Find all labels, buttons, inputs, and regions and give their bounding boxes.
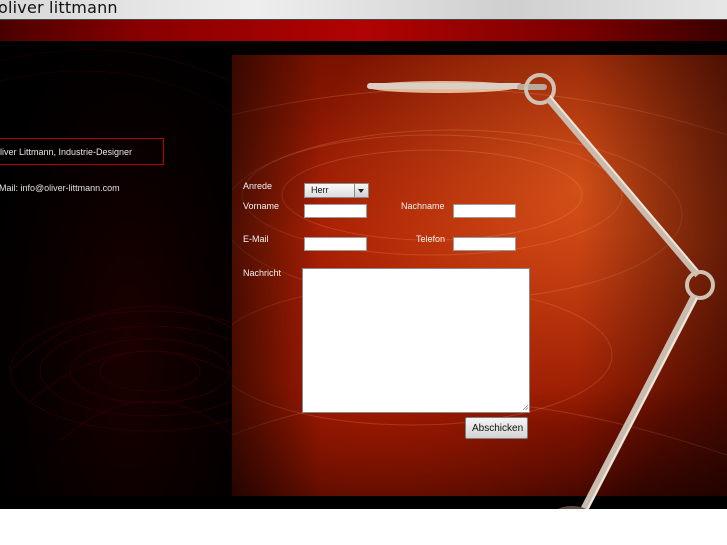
email-label: E-Mail bbox=[243, 234, 269, 244]
email-input[interactable] bbox=[304, 237, 367, 251]
anrede-selected-value: Herr bbox=[311, 185, 329, 195]
page-stage bbox=[0, 20, 727, 509]
red-header-strip bbox=[0, 20, 727, 41]
telefon-label: Telefon bbox=[416, 234, 446, 244]
nachricht-label: Nachricht bbox=[243, 268, 282, 278]
designer-name-box: liver Littmann, Industrie-Designer bbox=[0, 138, 164, 165]
nachricht-textarea[interactable] bbox=[302, 268, 530, 413]
nachname-input[interactable] bbox=[453, 204, 516, 218]
resize-grip-icon[interactable] bbox=[522, 404, 529, 411]
anrede-select[interactable]: Herr bbox=[304, 183, 369, 198]
top-bar: oliver littmann bbox=[0, 0, 727, 20]
submit-button[interactable]: Abschicken bbox=[465, 417, 528, 439]
vorname-input[interactable] bbox=[304, 204, 367, 218]
anrede-label: Anrede bbox=[243, 181, 273, 191]
vorname-label: Vorname bbox=[243, 201, 280, 211]
left-panel bbox=[0, 41, 232, 509]
wireframe-decoration bbox=[0, 49, 232, 442]
telefon-input[interactable] bbox=[453, 237, 516, 251]
nachname-label: Nachname bbox=[401, 201, 445, 211]
site-logo-text[interactable]: oliver littmann bbox=[0, 0, 118, 17]
contact-email-text[interactable]: Mail: info@oliver-littmann.com bbox=[0, 183, 120, 193]
chevron-down-icon[interactable] bbox=[354, 184, 368, 197]
